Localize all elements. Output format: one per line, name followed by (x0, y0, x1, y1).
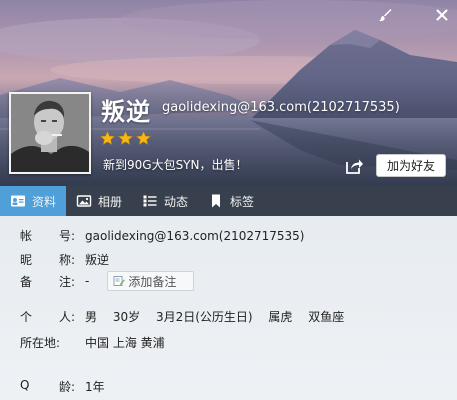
account-value[interactable]: gaolidexing@163.com(2102717535) (85, 229, 305, 243)
close-button[interactable] (433, 6, 451, 24)
feed-list-icon (143, 195, 157, 207)
constellation-value: 双鱼座 (308, 310, 345, 324)
remark-value-wrap: - 添加备注 (85, 271, 206, 291)
detail-row-nickname: 昵 称: 叛逆 (20, 251, 109, 268)
account-label: 帐 号: (20, 227, 85, 244)
share-icon (346, 159, 363, 174)
nickname-label-suffix: 称: (58, 253, 75, 267)
personal-label-suffix: 人: (58, 310, 75, 324)
profile-details-panel: 帐 号: gaolidexing@163.com(2102717535) 昵 称… (0, 216, 457, 400)
add-friend-button[interactable]: 加为好友 (376, 154, 446, 177)
star-icon (118, 131, 133, 145)
bookmark-tag-icon (212, 194, 221, 208)
detail-row-location: 所在地: 中国 上海 黄浦 (20, 334, 165, 351)
birthday-value: 3月2日(公历生日) (155, 310, 253, 324)
tab-tags-label: 标签 (230, 194, 255, 209)
location-label: 所在地: (20, 334, 85, 351)
tab-album[interactable]: 相册 (66, 186, 132, 216)
detail-row-remark: 备 注: - 添加备注 (20, 271, 206, 291)
nickname-label-char: 昵 (20, 253, 33, 267)
q-age-value: 1年 (85, 380, 105, 394)
profile-card-icon (11, 195, 25, 207)
nickname-value: 叛逆 (85, 253, 110, 267)
close-icon (436, 9, 448, 21)
remark-label-suffix: 注: (58, 274, 75, 289)
detail-row-personal: 个 人: 男 30岁 3月2日(公历生日) 属虎 双鱼座 (20, 308, 356, 325)
paintbrush-icon (379, 9, 392, 22)
gender-value: 男 (85, 310, 98, 324)
star-icon (136, 131, 151, 145)
tab-feed-label: 动态 (164, 194, 189, 209)
personal-values: 男 30岁 3月2日(公历生日) 属虎 双鱼座 (85, 308, 356, 325)
q-age-label: Q 龄: (20, 378, 85, 395)
tab-tags[interactable]: 标签 (198, 186, 264, 216)
photo-album-icon (76, 195, 92, 207)
add-remark-label: 添加备注 (128, 274, 177, 289)
star-icon (100, 131, 115, 145)
q-age-label-char: Q (20, 378, 30, 392)
location-value: 中国 上海 黄浦 (85, 336, 165, 350)
personal-label: 个 人: (20, 308, 85, 325)
account-label-suffix: 号: (58, 229, 75, 243)
tab-profile-label: 资料 (32, 194, 57, 209)
profile-tab-bar: 资料 相册 动态 标签 (0, 186, 457, 216)
personal-label-char: 个 (20, 310, 33, 324)
profile-account: gaolidexing@163.com(2102717535) (162, 100, 400, 115)
user-photo-image (11, 94, 89, 172)
age-value: 30岁 (112, 310, 141, 324)
add-remark-button[interactable]: 添加备注 (107, 271, 195, 291)
detail-row-account: 帐 号: gaolidexing@163.com(2102717535) (20, 227, 305, 244)
tab-album-label: 相册 (98, 194, 123, 209)
personal-signature: 新到90G大包SYN，出售！ (103, 158, 248, 172)
location-label-text: 所在地: (20, 336, 61, 350)
remark-value: - (85, 274, 90, 288)
remark-label-char: 备 (20, 274, 33, 289)
account-label-char: 帐 (20, 229, 33, 243)
tab-profile[interactable]: 资料 (0, 186, 67, 216)
change-skin-button[interactable] (376, 6, 394, 24)
tab-feed[interactable]: 动态 (132, 186, 198, 216)
nickname-label: 昵 称: (20, 251, 85, 268)
remark-label: 备 注: (20, 273, 85, 290)
level-stars[interactable] (100, 131, 151, 146)
avatar[interactable] (9, 92, 91, 174)
detail-row-q-age: Q 龄: 1年 (20, 378, 105, 395)
zodiac-animal-value: 属虎 (268, 310, 293, 324)
q-age-label-suffix: 龄: (58, 380, 75, 394)
edit-note-icon (113, 276, 126, 286)
share-button[interactable] (344, 156, 364, 176)
profile-nickname: 叛逆 (101, 98, 151, 126)
